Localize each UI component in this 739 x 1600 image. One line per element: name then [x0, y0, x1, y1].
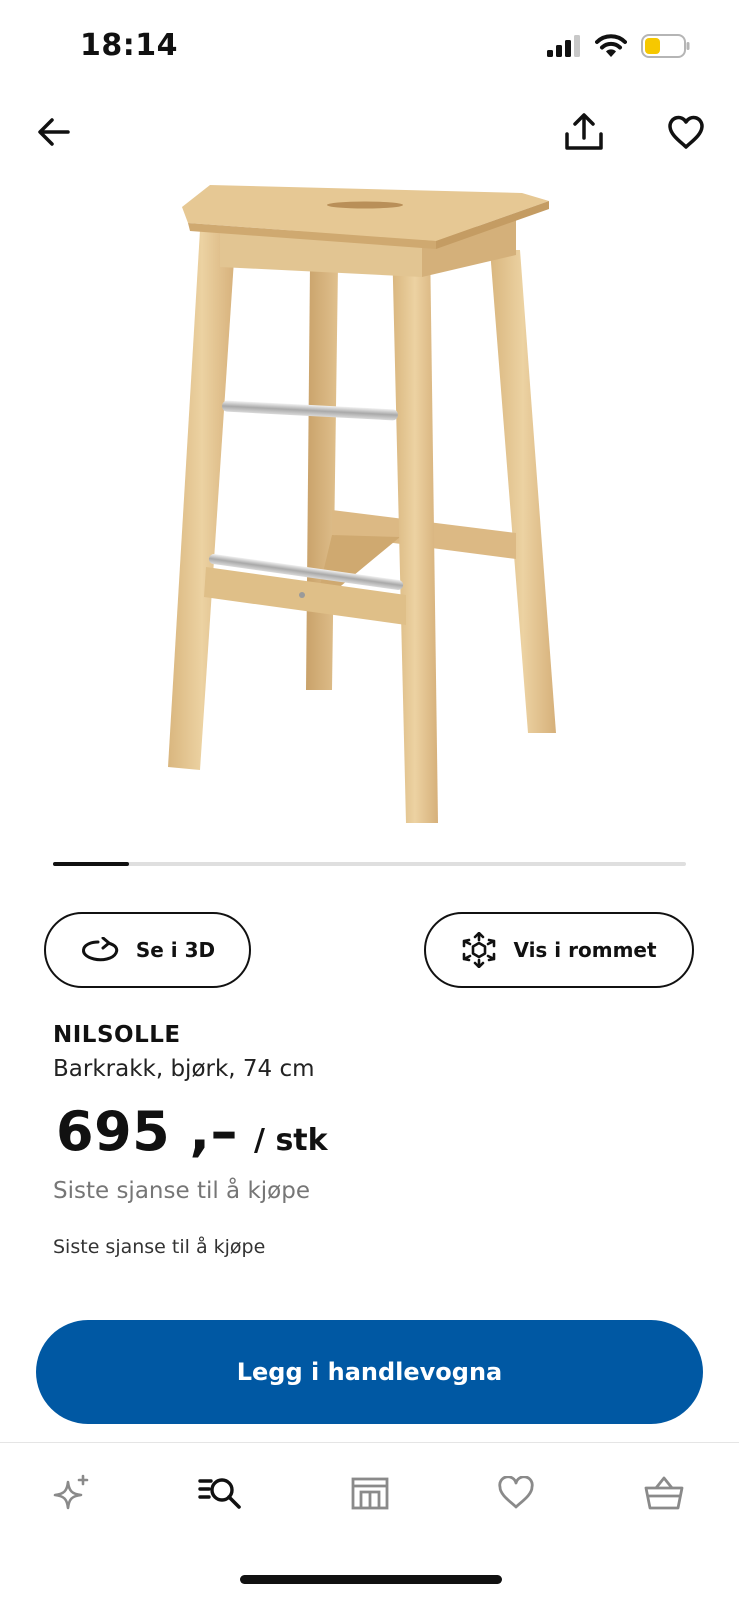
- augmented-reality-icon: [463, 932, 496, 968]
- sparkle-icon: [53, 1474, 89, 1510]
- heart-icon: [668, 115, 704, 149]
- shopping-basket-icon: [644, 1476, 684, 1510]
- image-carousel-indicator: [53, 862, 686, 866]
- price-value: 695 ,–: [56, 1100, 239, 1163]
- tab-store[interactable]: [340, 1465, 400, 1521]
- view-in-room-button[interactable]: Vis i rommet: [424, 912, 694, 988]
- share-icon: [565, 113, 603, 150]
- rotate-3d-icon: [81, 937, 119, 962]
- bottom-tab-bar: [0, 1443, 739, 1543]
- tab-inspiration[interactable]: [42, 1465, 102, 1521]
- favourite-button[interactable]: [660, 106, 712, 158]
- bar-stool-image: [168, 185, 556, 823]
- cellular-signal-icon: [547, 35, 581, 61]
- product-name: NILSOLLE: [53, 1022, 181, 1048]
- top-nav: [0, 100, 739, 164]
- back-button[interactable]: [30, 108, 78, 156]
- status-bar: 18:14: [0, 0, 739, 96]
- home-indicator: [240, 1575, 502, 1584]
- add-to-cart-button[interactable]: Legg i handlevogna: [36, 1320, 703, 1424]
- product-description: Barkrakk, bjørk, 74 cm: [53, 1056, 315, 1082]
- product-price: 695 ,– / stk: [56, 1100, 328, 1163]
- price-unit: / stk: [254, 1123, 328, 1158]
- wifi-icon: [595, 34, 627, 62]
- availability-note: Siste sjanse til å kjøpe: [53, 1178, 310, 1204]
- carousel-progress-thumb: [53, 862, 129, 866]
- battery-low-icon: [641, 34, 691, 62]
- status-time: 18:14: [80, 28, 178, 63]
- availability-note-secondary: Siste sjanse til å kjøpe: [53, 1236, 266, 1258]
- view-3d-label: Se i 3D: [135, 938, 216, 962]
- share-button[interactable]: [558, 106, 610, 158]
- heart-icon: [498, 1476, 534, 1509]
- tab-favourites[interactable]: [486, 1465, 546, 1521]
- back-arrow-icon: [38, 118, 70, 146]
- view-3d-button[interactable]: Se i 3D: [44, 912, 251, 988]
- search-list-icon: [198, 1478, 241, 1509]
- tab-search[interactable]: [190, 1465, 250, 1521]
- store-icon: [351, 1477, 389, 1510]
- status-icons: [547, 34, 691, 62]
- tab-cart[interactable]: [634, 1465, 694, 1521]
- product-image[interactable]: [160, 175, 580, 845]
- add-to-cart-label: Legg i handlevogna: [236, 1358, 503, 1386]
- view-in-room-label: Vis i rommet: [513, 938, 657, 962]
